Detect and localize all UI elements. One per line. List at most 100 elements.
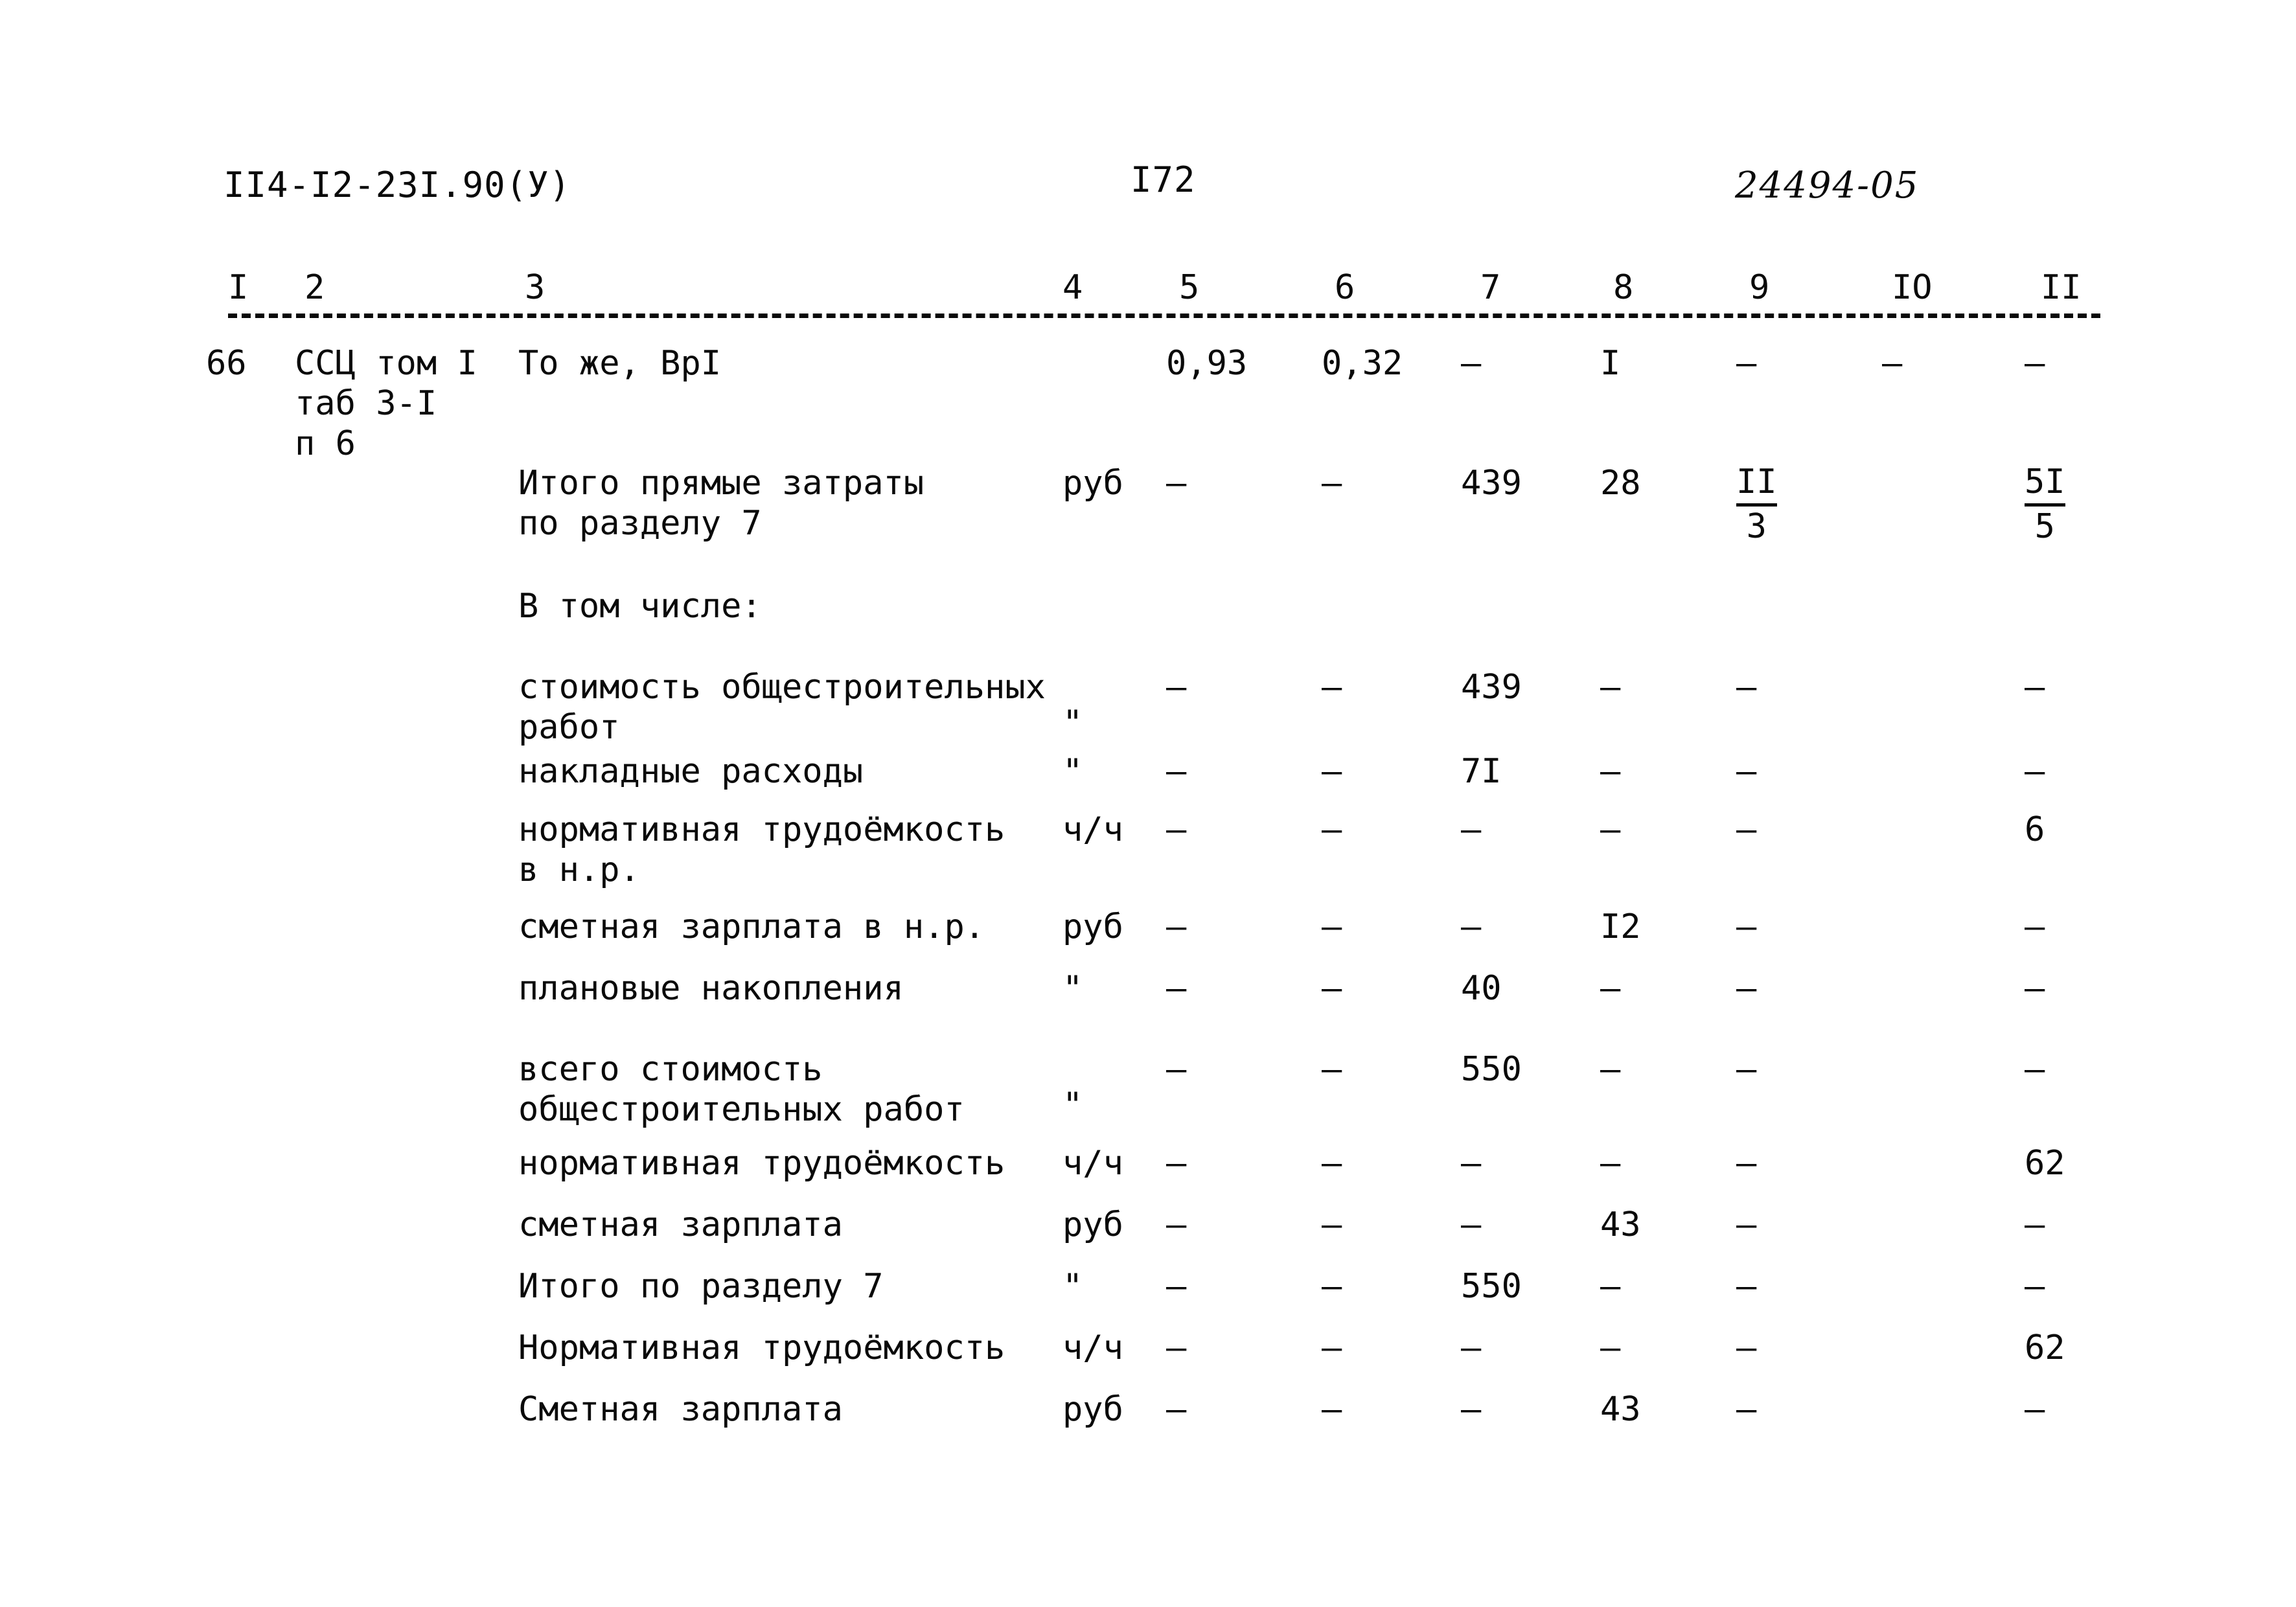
fraction-numerator: II: [1736, 462, 1777, 501]
cell-c11: –: [2025, 969, 2045, 1008]
fraction-bar: [2025, 503, 2065, 507]
cell-c9: –: [1736, 1050, 1757, 1089]
cell-c11_frac: 5I 5: [2025, 463, 2065, 547]
cell-c5: 0,93: [1166, 344, 1248, 383]
cell-c5: –: [1166, 1144, 1187, 1183]
cell-c6: –: [1322, 1390, 1342, 1429]
cell-c6: –: [1322, 1144, 1342, 1183]
cell-c8: I: [1600, 344, 1621, 383]
cell-unit: ": [1062, 1086, 1083, 1124]
cell-c8: 43: [1600, 1205, 1641, 1244]
cell-unit: ": [1062, 969, 1083, 1008]
cell-c6: –: [1322, 907, 1342, 946]
cell-c6: –: [1322, 668, 1342, 707]
cell-c5: –: [1166, 668, 1187, 707]
cell-c10: –: [1882, 344, 1903, 383]
row-number: 66: [206, 344, 247, 383]
cell-c7: 550: [1461, 1050, 1522, 1089]
cell-c9: –: [1736, 907, 1757, 946]
cell-c7: 439: [1461, 668, 1522, 707]
cell-c5: –: [1166, 810, 1187, 849]
cell-c11: –: [2025, 907, 2045, 946]
cell-c5: –: [1166, 1050, 1187, 1089]
row-description: В том числе:: [518, 587, 762, 626]
cell-c11: –: [2025, 1205, 2045, 1244]
cell-c7: –: [1461, 1144, 1482, 1183]
cell-c8: –: [1600, 1144, 1621, 1183]
cell-unit: руб: [1062, 1390, 1123, 1429]
cell-unit: ": [1062, 703, 1083, 742]
cell-c9: –: [1736, 1328, 1757, 1367]
cell-c11: –: [2025, 1267, 2045, 1306]
cell-c9: –: [1736, 344, 1757, 383]
cell-c8: –: [1600, 1050, 1621, 1089]
cell-c7: –: [1461, 1328, 1482, 1367]
cell-c9: –: [1736, 1390, 1757, 1429]
cell-c11: 62: [2025, 1144, 2065, 1183]
cell-c8: –: [1600, 969, 1621, 1008]
cell-c6: 0,32: [1322, 344, 1403, 383]
cell-c7: –: [1461, 1390, 1482, 1429]
row-description: Нормативная трудоёмкость: [518, 1328, 1005, 1367]
cell-c8: –: [1600, 1328, 1621, 1367]
cell-c5: –: [1166, 464, 1187, 503]
row-justification: ССЦ том I таб 3-I п 6: [295, 344, 477, 463]
cell-c5: –: [1166, 752, 1187, 791]
cell-c8: –: [1600, 752, 1621, 791]
row-description: плановые накопления: [518, 969, 904, 1008]
cell-c7: 40: [1461, 969, 1502, 1008]
fraction-denominator: 5: [2034, 507, 2055, 546]
cell-c9_frac: II 3: [1736, 463, 1777, 547]
cell-c5: –: [1166, 1328, 1187, 1367]
cell-c6: –: [1322, 1050, 1342, 1089]
cell-c11: 6: [2025, 810, 2045, 849]
cell-c6: –: [1322, 810, 1342, 849]
row-description: То же, ВрI: [518, 344, 722, 383]
cell-unit: руб: [1062, 907, 1123, 946]
cell-unit: ": [1062, 1267, 1083, 1306]
cell-c9: –: [1736, 752, 1757, 791]
cell-c9: –: [1736, 1144, 1757, 1183]
cell-c11: 62: [2025, 1328, 2065, 1367]
cell-unit: ч/ч: [1062, 1328, 1123, 1367]
cell-c9: –: [1736, 668, 1757, 707]
row-description: накладные расходы: [518, 752, 864, 791]
cell-unit: ч/ч: [1062, 1144, 1123, 1183]
row-description: Итого прямые затраты по разделу 7: [518, 464, 924, 543]
cell-c9: –: [1736, 969, 1757, 1008]
cell-c8: –: [1600, 1267, 1621, 1306]
cell-c5: –: [1166, 907, 1187, 946]
row-description: сметная зарплата: [518, 1205, 843, 1244]
cell-c11: –: [2025, 1050, 2045, 1089]
cell-c7: –: [1461, 344, 1482, 383]
fraction-denominator: 3: [1746, 507, 1767, 546]
cell-c9: –: [1736, 1205, 1757, 1244]
cell-c5: –: [1166, 969, 1187, 1008]
cell-c7: 550: [1461, 1267, 1522, 1306]
cell-c7: 7I: [1461, 752, 1502, 791]
fraction-numerator: 5I: [2025, 462, 2065, 501]
cell-c9: –: [1736, 1267, 1757, 1306]
cell-c12: –: [2025, 344, 2045, 383]
cell-c6: –: [1322, 752, 1342, 791]
row-description: Сметная зарплата: [518, 1390, 843, 1429]
cell-c11: –: [2025, 668, 2045, 707]
cell-c7: –: [1461, 1205, 1482, 1244]
row-description: стоимость общестроительных работ: [518, 668, 1046, 747]
cell-c6: –: [1322, 1267, 1342, 1306]
cell-c8: –: [1600, 810, 1621, 849]
cell-unit: ": [1062, 752, 1083, 791]
cell-c5: –: [1166, 1267, 1187, 1306]
cell-c8: –: [1600, 668, 1621, 707]
document-page: II4-I2-23I.90(У) I72 24494-05 I23456789I…: [0, 0, 2296, 1607]
cell-c6: –: [1322, 464, 1342, 503]
cell-c9: –: [1736, 810, 1757, 849]
cell-c7: 439: [1461, 464, 1522, 503]
cell-c5: –: [1166, 1390, 1187, 1429]
cell-c11: –: [2025, 752, 2045, 791]
row-description: нормативная трудоёмкость: [518, 1144, 1005, 1183]
row-description: сметная зарплата в н.р.: [518, 907, 985, 946]
cell-c7: –: [1461, 810, 1482, 849]
cell-c6: –: [1322, 969, 1342, 1008]
cell-unit: ч/ч: [1062, 810, 1123, 849]
